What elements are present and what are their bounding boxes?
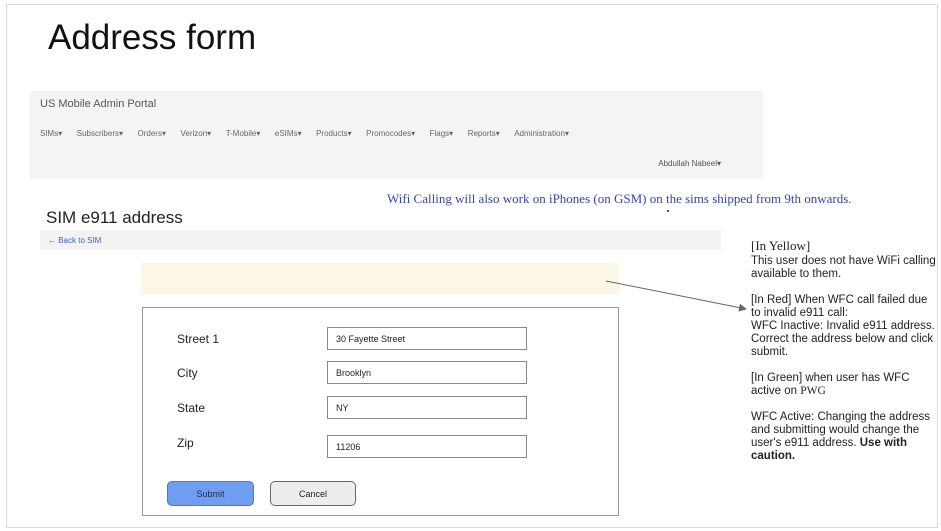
- yellow-heading: [In Yellow]: [751, 238, 811, 253]
- green-note: [In Green] when user has WFC active on P…: [751, 372, 910, 397]
- red-message: WFC Inactive: Invalid e911 address. Corr…: [751, 320, 935, 358]
- yellow-note: This user does not have WiFi calling ava…: [751, 255, 936, 280]
- annotation-notes: [In Yellow] This user does not have WiFi…: [751, 239, 937, 463]
- red-note: [In Red] When WFC call failed due to inv…: [751, 294, 928, 319]
- active-note: WFC Active: Changing the address and sub…: [751, 411, 930, 462]
- green-carrier: PWG: [800, 385, 826, 397]
